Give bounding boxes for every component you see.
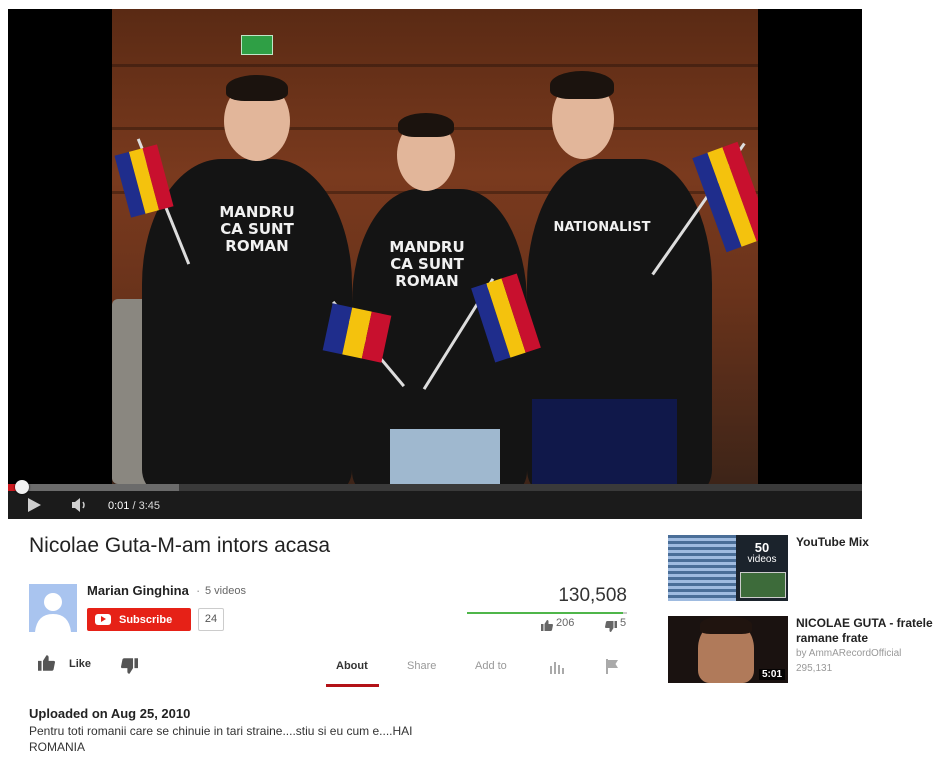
time-current: 0:01: [108, 500, 130, 512]
dislike-button[interactable]: [121, 658, 138, 679]
subscribe-button[interactable]: Subscribe: [87, 608, 191, 631]
dislike-count: 5: [620, 617, 627, 629]
mix-thumbnail[interactable]: 50 videos: [668, 535, 788, 601]
related-video-title-link[interactable]: NICOLAE GUTA - fratele ramane frate: [796, 616, 951, 646]
shirt-text-left: MANDRU CA SUNT ROMAN: [219, 203, 295, 255]
video-title: Nicolae Guta-M-am intors acasa: [29, 534, 331, 557]
subscribe-label: Subscribe: [119, 614, 173, 626]
scrubber-handle[interactable]: [15, 480, 29, 494]
channel-dot: ·: [196, 583, 201, 598]
tab-share[interactable]: Share: [407, 660, 436, 672]
progress-buffered: [8, 484, 179, 491]
like-count-icon: [541, 618, 553, 636]
like-button[interactable]: [38, 655, 55, 675]
play-icon[interactable]: [28, 498, 41, 512]
progress-bar[interactable]: [8, 480, 862, 494]
description-text: Pentru toti romanii care se chinuie in t…: [29, 724, 413, 754]
channel-name-link[interactable]: Marian Ginghina: [87, 583, 189, 598]
mix-count-label: videos: [747, 554, 777, 565]
upload-date: Uploaded on Aug 25, 2010: [29, 706, 191, 721]
volume-icon[interactable]: [70, 497, 90, 513]
channel-video-count[interactable]: 5 videos: [205, 585, 246, 597]
time-total: 3:45: [138, 500, 161, 512]
sentiment-bar: [467, 612, 627, 614]
stats-icon[interactable]: [549, 660, 565, 679]
related-video-views: 295,131: [796, 663, 833, 674]
like-count: 206: [556, 617, 575, 629]
time-separator: /: [129, 500, 139, 512]
exit-sign: [241, 35, 273, 55]
channel-avatar[interactable]: [29, 584, 77, 632]
mix-title-link[interactable]: YouTube Mix: [796, 535, 869, 549]
player-controls: 0:01 / 3:45: [8, 480, 862, 519]
mix-count: 50: [754, 540, 770, 555]
sentiment-likes-fill: [467, 612, 624, 614]
subscriber-count: 24: [198, 608, 224, 631]
flag-left: [114, 144, 174, 218]
view-count: 130,508: [558, 585, 627, 606]
mix-overlay: 50 videos: [736, 535, 788, 601]
tab-about-underline: [326, 684, 379, 687]
related-video-byline[interactable]: by AmmARecordOfficial: [796, 648, 901, 659]
time-display: 0:01 / 3:45: [108, 500, 160, 512]
related-video-thumbnail[interactable]: 5:01: [668, 616, 788, 683]
tab-about[interactable]: About: [336, 660, 368, 672]
video-player[interactable]: MANDRU CA SUNT ROMAN MANDRU CA SUNT ROMA…: [8, 9, 862, 519]
shirt-text-middle: MANDRU CA SUNT ROMAN: [389, 238, 465, 290]
video-frame[interactable]: MANDRU CA SUNT ROMAN MANDRU CA SUNT ROMA…: [112, 9, 758, 484]
youtube-logo-icon: [95, 614, 111, 625]
shirt-text-right: NATIONALIST: [553, 220, 651, 235]
tab-add-to[interactable]: Add to: [475, 660, 507, 672]
dislike-count-icon: [605, 619, 617, 637]
flag-report-icon[interactable]: [605, 659, 619, 679]
like-label[interactable]: Like: [69, 658, 91, 670]
duration-badge: 5:01: [758, 669, 785, 680]
